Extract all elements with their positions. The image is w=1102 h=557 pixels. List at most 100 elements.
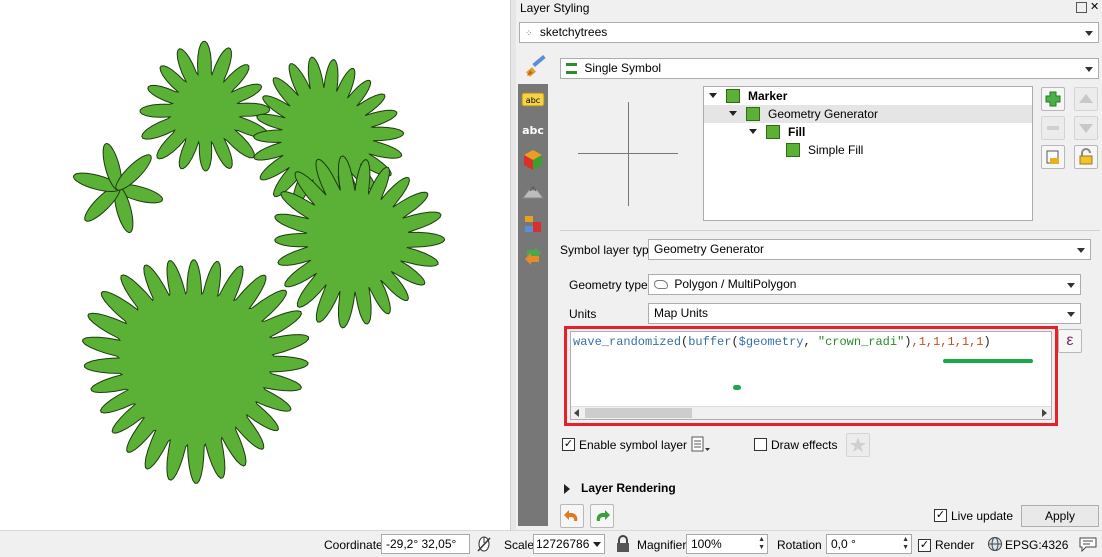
spin-arrows-icon[interactable]: ▲ ▼ xyxy=(902,536,909,552)
epsilon-icon: ε xyxy=(1066,332,1074,349)
paintbrush-icon[interactable] xyxy=(524,54,548,79)
layer-select-value: sketchytrees xyxy=(539,25,608,39)
live-update-label: Live update xyxy=(951,509,1014,523)
label-abc-icon[interactable]: abc xyxy=(521,118,545,142)
tree-crown xyxy=(82,259,309,484)
map-canvas[interactable] xyxy=(0,0,510,530)
label-abc-yellow-icon[interactable]: abc xyxy=(521,88,545,112)
undo-button[interactable] xyxy=(560,504,584,528)
coordinate-field[interactable]: -29,2° 32,05° xyxy=(381,534,470,554)
expr-string: "crown_radi" xyxy=(817,335,905,349)
remove-symbol-layer-button[interactable] xyxy=(1041,116,1065,140)
render-checkbox[interactable]: ✓ xyxy=(918,539,931,552)
scrollbar-thumb[interactable] xyxy=(585,408,692,418)
float-panel-icon[interactable] xyxy=(1076,2,1087,13)
duplicate-layer-button[interactable] xyxy=(1041,145,1065,169)
apply-button[interactable]: Apply xyxy=(1021,505,1099,527)
expr-paren: ) xyxy=(983,335,991,349)
horizontal-scrollbar[interactable] xyxy=(571,406,1051,419)
enable-symbol-layer-checkbox[interactable]: ✓ xyxy=(562,438,575,451)
scale-label: Scale xyxy=(504,538,535,552)
tree-row-fill[interactable]: Fill xyxy=(704,123,1032,141)
expr-numbers: ,1,1,1,1,1 xyxy=(911,335,984,349)
scroll-left-icon[interactable] xyxy=(574,409,579,417)
draw-effects-label: Draw effects xyxy=(771,438,838,452)
enable-symbol-layer-label: Enable symbol layer xyxy=(579,438,688,452)
rotation-value: 0,0 ° xyxy=(831,537,856,551)
lock-icon[interactable] xyxy=(1074,145,1098,169)
geometry-generator-swatch xyxy=(746,107,760,121)
expr-paren: ) xyxy=(904,335,912,349)
expression-text: wave_randomized(buffer($geometry, "crown… xyxy=(573,335,991,349)
effects-star-button[interactable] xyxy=(846,433,870,457)
symbol-layer-type-label: Symbol layer type xyxy=(560,243,656,257)
geometry-type-select[interactable]: Polygon / MultiPolygon xyxy=(648,274,1081,295)
scale-value: 12726786 xyxy=(536,537,590,551)
panel-title: Layer Styling xyxy=(520,1,590,15)
redo-button[interactable] xyxy=(590,504,614,528)
magnifier-spinbox[interactable]: 100% ▲ ▼ xyxy=(686,534,768,554)
rotation-spinbox[interactable]: 0,0 ° ▲ ▼ xyxy=(826,534,912,554)
tree-row-geometry-generator[interactable]: Geometry Generator xyxy=(704,105,1032,123)
spin-arrows-icon[interactable]: ▲ ▼ xyxy=(758,536,765,552)
units-label: Units xyxy=(569,307,597,321)
tree-crown xyxy=(274,155,446,329)
marker-swatch xyxy=(726,89,740,103)
chevron-down-icon xyxy=(1077,248,1085,253)
geometry-type-value: Polygon / MultiPolygon xyxy=(674,277,797,291)
messages-icon[interactable] xyxy=(1078,536,1098,553)
close-panel-icon[interactable]: ✕ xyxy=(1090,1,1099,13)
crs-label[interactable]: EPSG:4326 xyxy=(1005,538,1068,552)
symbol-preview xyxy=(560,86,696,226)
chevron-down-icon xyxy=(1067,312,1075,317)
layer-rendering-section[interactable]: Layer Rendering xyxy=(581,481,676,495)
tree-crown xyxy=(139,40,271,172)
expr-function: buffer xyxy=(688,335,732,349)
data-defined-override-icon[interactable] xyxy=(690,434,712,454)
symbol-layer-type-value: Geometry Generator xyxy=(654,242,765,256)
green-underline-mark xyxy=(943,359,1033,363)
scroll-right-icon[interactable] xyxy=(1042,409,1047,417)
expand-arrow-icon[interactable] xyxy=(564,483,570,497)
renderer-select[interactable]: Single Symbol xyxy=(560,58,1099,79)
render-label: Render xyxy=(935,538,975,552)
units-select[interactable]: Map Units xyxy=(648,303,1081,324)
draw-effects-checkbox[interactable] xyxy=(754,438,767,451)
chevron-down-icon xyxy=(1085,31,1093,36)
rotation-label: Rotation xyxy=(777,538,822,552)
history-icon[interactable] xyxy=(521,244,545,268)
collapse-arrow-icon[interactable] xyxy=(749,129,757,134)
map-svg xyxy=(72,40,446,484)
tree-label-fill: Fill xyxy=(788,125,806,139)
collapse-arrow-icon[interactable] xyxy=(709,93,717,98)
fields-icon[interactable] xyxy=(521,212,545,236)
move-down-button[interactable] xyxy=(1074,116,1098,140)
chevron-down-icon xyxy=(1085,67,1093,72)
expression-editor[interactable]: wave_randomized(buffer($geometry, "crown… xyxy=(570,331,1052,420)
lock-scale-icon[interactable] xyxy=(616,535,630,553)
tree-row-marker[interactable]: Marker xyxy=(704,87,1032,105)
collapse-arrow-icon[interactable] xyxy=(729,111,737,116)
layer-select[interactable]: ⁘ sketchytrees xyxy=(519,22,1099,43)
symbol-layer-type-select[interactable]: Geometry Generator xyxy=(648,239,1091,260)
chevron-down-icon xyxy=(593,542,601,547)
tree-label-simple-fill: Simple Fill xyxy=(808,143,864,157)
point-layer-icon: ⁘ xyxy=(525,28,533,38)
divider xyxy=(560,230,1100,231)
live-update-checkbox[interactable]: ✓ xyxy=(934,509,947,522)
polygon-icon xyxy=(654,280,668,290)
3d-map-icon[interactable] xyxy=(521,182,545,206)
move-up-button[interactable] xyxy=(1074,87,1098,111)
expr-variable: $geometry xyxy=(738,335,804,349)
add-symbol-layer-button[interactable] xyxy=(1041,87,1065,111)
tree-row-simple-fill[interactable]: Simple Fill xyxy=(704,141,1032,159)
svg-text:abc: abc xyxy=(522,124,544,137)
mouse-extents-icon[interactable] xyxy=(476,535,492,553)
tree-label-marker: Marker xyxy=(748,89,788,103)
expression-epsilon-button[interactable]: ε xyxy=(1058,329,1082,353)
globe-icon[interactable] xyxy=(987,536,1003,552)
green-dot-mark xyxy=(733,385,741,390)
renderer-select-value: Single Symbol xyxy=(584,61,662,75)
diagram-cube-icon[interactable] xyxy=(521,148,545,172)
scale-combo[interactable]: 12726786 xyxy=(533,534,605,554)
